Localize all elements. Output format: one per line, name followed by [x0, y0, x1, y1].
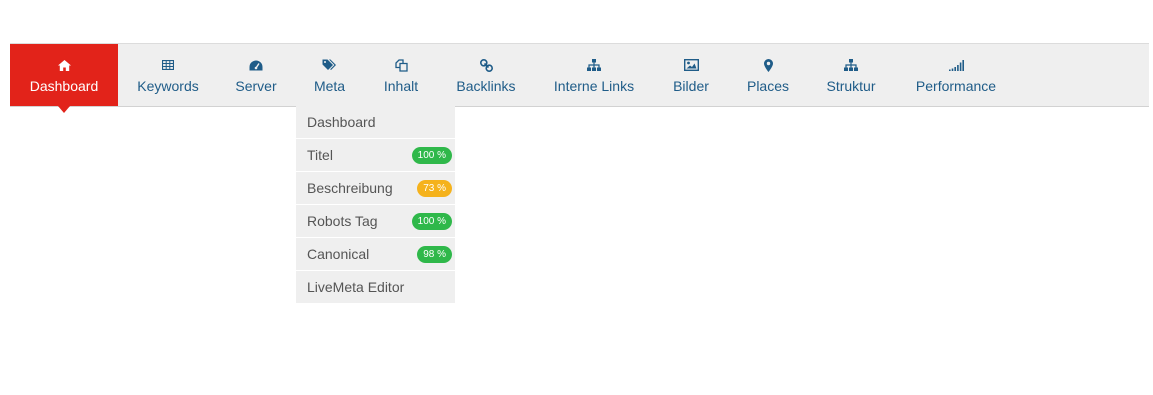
- nav-item-label: Server: [235, 78, 277, 94]
- dropdown-item-robots-tag[interactable]: Robots Tag 100 %: [296, 205, 455, 238]
- dropdown-item-livemeta-editor[interactable]: LiveMeta Editor: [296, 271, 455, 303]
- nav-item-performance[interactable]: Performance: [906, 44, 1006, 106]
- score-badge: 73 %: [417, 180, 452, 197]
- nav-item-struktur[interactable]: Struktur: [817, 44, 885, 106]
- nav-item-bilder[interactable]: Bilder: [663, 44, 719, 106]
- nav-item-interne-links[interactable]: Interne Links: [544, 44, 644, 106]
- sitemap-icon: [817, 58, 885, 72]
- nav-item-label: Keywords: [137, 78, 199, 94]
- nav-item-keywords[interactable]: Keywords: [124, 44, 212, 106]
- dropdown-item-label: Dashboard: [307, 114, 376, 130]
- nav-item-inhalt[interactable]: Inhalt: [370, 44, 432, 106]
- score-badge: 100 %: [411, 213, 452, 230]
- gauge-icon: [220, 58, 292, 72]
- image-icon: [663, 58, 719, 72]
- nav-item-label: Interne Links: [553, 78, 635, 94]
- map-marker-icon: [738, 58, 798, 72]
- home-icon: [10, 58, 118, 72]
- nav-item-label: Inhalt: [383, 78, 419, 94]
- dropdown-item-canonical[interactable]: Canonical 98 %: [296, 238, 455, 271]
- nav-item-label: Dashboard: [29, 78, 99, 94]
- dropdown-item-label: LiveMeta Editor: [307, 279, 405, 295]
- nav-item-places[interactable]: Places: [738, 44, 798, 106]
- dropdown-item-label: Beschreibung: [307, 180, 393, 196]
- nav-item-label: Meta: [313, 78, 346, 94]
- main-navbar: Dashboard Keywords Server Meta Inhalt Ba…: [10, 43, 1149, 113]
- link-icon: [446, 58, 526, 72]
- copy-icon: [370, 58, 432, 72]
- dropdown-item-label: Canonical: [307, 246, 370, 262]
- score-badge: 98 %: [417, 246, 452, 263]
- nav-item-dashboard[interactable]: Dashboard: [10, 44, 118, 113]
- nav-item-label: Struktur: [826, 78, 876, 94]
- nav-item-label: Places: [746, 78, 790, 94]
- nav-item-backlinks[interactable]: Backlinks: [446, 44, 526, 106]
- dropdown-item-beschreibung[interactable]: Beschreibung 73 %: [296, 172, 455, 205]
- sitemap-icon: [544, 58, 644, 72]
- tags-icon: [302, 58, 357, 72]
- nav-item-label: Bilder: [673, 78, 709, 94]
- score-badge: 100 %: [411, 147, 452, 164]
- nav-item-label: Performance: [915, 78, 997, 94]
- nav-item-label: Backlinks: [456, 78, 516, 94]
- dropdown-item-label: Robots Tag: [307, 213, 378, 229]
- active-caret: [58, 106, 70, 113]
- table-icon: [124, 58, 212, 72]
- signal-icon: [906, 58, 1006, 72]
- dropdown-item-dashboard[interactable]: Dashboard: [296, 106, 455, 139]
- meta-dropdown-menu: Dashboard Titel 100 % Beschreibung 73 % …: [296, 106, 455, 303]
- nav-item-server[interactable]: Server: [220, 44, 292, 106]
- nav-item-meta[interactable]: Meta: [302, 44, 357, 106]
- dropdown-item-titel[interactable]: Titel 100 %: [296, 139, 455, 172]
- dropdown-item-label: Titel: [307, 147, 333, 163]
